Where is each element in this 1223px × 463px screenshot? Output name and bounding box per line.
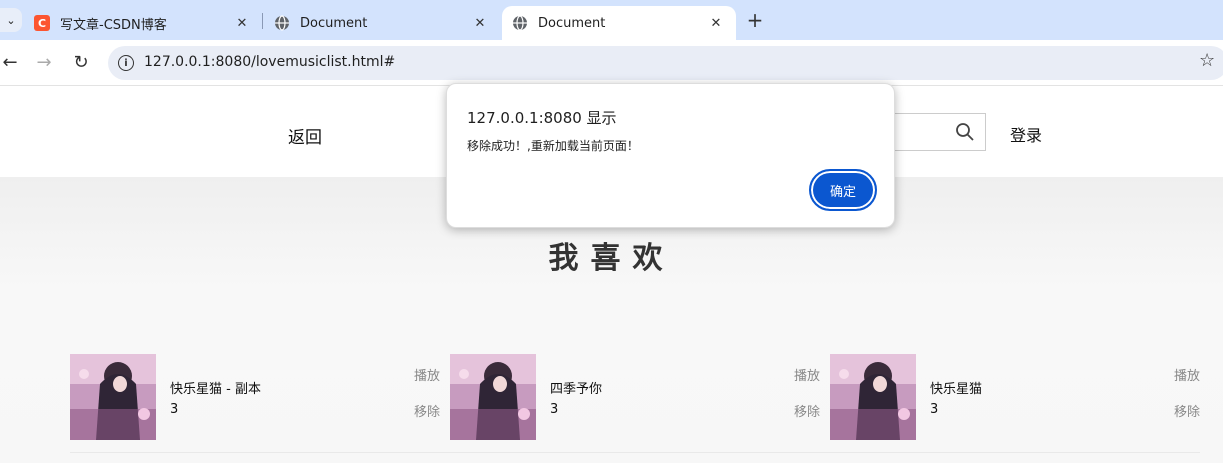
login-link[interactable]: 登录 <box>1010 122 1042 146</box>
globe-icon <box>513 15 527 31</box>
play-button[interactable]: 播放 <box>794 365 820 384</box>
tab-title: 写文章-CSDN博客 <box>60 17 167 33</box>
url-text[interactable]: 127.0.0.1:8080/lovemusiclist.html# <box>144 54 395 70</box>
search-icon[interactable] <box>955 122 975 142</box>
close-icon[interactable]: ✕ <box>470 16 490 31</box>
remove-button[interactable]: 移除 <box>794 401 820 420</box>
new-tab-button[interactable]: + <box>745 8 765 32</box>
ok-button[interactable]: 确定 <box>809 169 877 211</box>
reload-icon[interactable]: ↻ <box>69 50 93 74</box>
bookmark-star-icon[interactable]: ☆ <box>1199 50 1215 71</box>
song-card: 快乐星猫 - 副本 3 播放 移除 <box>70 354 440 440</box>
album-cover <box>450 354 536 440</box>
song-card: 四季予你 3 播放 移除 <box>450 354 820 440</box>
remove-button[interactable]: 移除 <box>414 401 440 420</box>
song-card: 快乐星猫 3 播放 移除 <box>830 354 1200 440</box>
tab-document-active[interactable]: Document ✕ <box>502 6 736 40</box>
song-title: 快乐星猫 <box>930 382 983 397</box>
dialog-message: 移除成功！,重新加载当前页面！ <box>467 139 639 153</box>
chevron-down-icon: ⌄ <box>6 13 16 27</box>
site-info-icon[interactable]: i <box>118 55 134 71</box>
tab-csdn[interactable]: C 写文章-CSDN博客 ✕ <box>24 6 262 40</box>
divider <box>70 452 1200 453</box>
address-bar[interactable]: i 127.0.0.1:8080/lovemusiclist.html# <box>108 46 1223 80</box>
close-icon[interactable]: ✕ <box>706 16 726 31</box>
album-cover <box>830 354 916 440</box>
play-button[interactable]: 播放 <box>1174 365 1200 384</box>
back-arrow-icon[interactable]: ← <box>0 50 22 74</box>
globe-icon <box>275 15 289 31</box>
dialog-title: 127.0.0.1:8080 显示 <box>467 109 617 127</box>
forward-arrow-icon[interactable]: → <box>32 50 56 74</box>
tab-title: Document <box>538 15 606 31</box>
play-button[interactable]: 播放 <box>414 365 440 384</box>
close-icon[interactable]: ✕ <box>232 16 252 31</box>
tab-title: Document <box>300 15 368 31</box>
alert-dialog: 127.0.0.1:8080 显示 移除成功！,重新加载当前页面！ 确定 <box>446 83 895 228</box>
back-link[interactable]: 返回 <box>288 123 322 148</box>
tab-strip: ⌄ C 写文章-CSDN博客 ✕ Document ✕ Document ✕ + <box>0 0 1223 40</box>
song-count: 3 <box>930 402 939 417</box>
search-box[interactable] <box>880 113 986 151</box>
song-title: 四季予你 <box>550 382 603 397</box>
page-title: 我喜欢 <box>548 241 675 276</box>
song-count: 3 <box>170 402 179 417</box>
song-count: 3 <box>550 402 559 417</box>
tab-document-1[interactable]: Document ✕ <box>264 6 500 40</box>
tab-search-button[interactable]: ⌄ <box>0 8 22 32</box>
remove-button[interactable]: 移除 <box>1174 401 1200 420</box>
song-title: 快乐星猫 - 副本 <box>170 382 261 397</box>
tab-divider <box>262 13 263 29</box>
csdn-icon: C <box>34 15 50 31</box>
album-cover <box>70 354 156 440</box>
browser-toolbar: ← → ↻ i 127.0.0.1:8080/lovemusiclist.htm… <box>0 40 1223 86</box>
